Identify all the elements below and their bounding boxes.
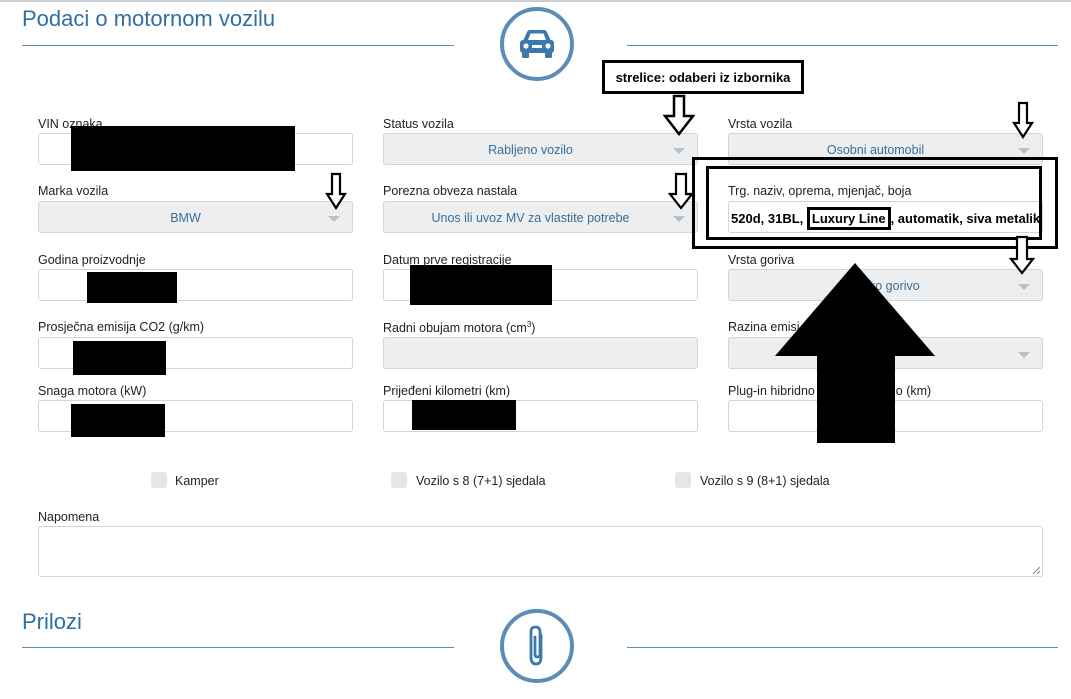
arrow-down-icon [668,172,694,210]
obujam-input [383,337,698,369]
dropdown-arrow-icon [1018,148,1030,154]
kamper-label: Kamper [175,474,219,488]
marka-label: Marka vozila [38,184,109,198]
annotation-note-text: strelice: odaberi iz izbornika [615,69,791,85]
top-divider [0,0,1071,2]
sjedala9-checkbox[interactable] [675,472,691,488]
section-divider-right [627,45,1058,46]
godina-input[interactable] [38,269,353,301]
vrsta-label: Vrsta vozila [728,117,793,131]
dropdown-arrow-icon [1018,352,1030,358]
dropdown-arrow-icon [673,216,685,222]
porezna-select[interactable]: Unos ili uvoz MV za vlastite potrebe [383,201,698,233]
section-title-attachments: Prilozi [22,609,82,634]
redaction-block [412,400,516,430]
sjedala8-checkbox[interactable] [391,472,407,488]
godina-label: Godina proizvodnje [38,253,146,267]
obujam-label: Radni obujam motora (cm3) [383,320,535,335]
kamper-checkbox[interactable] [151,472,167,488]
obujam-label-text: Radni obujam motora (cm [383,321,527,336]
section-title-vehicle: Podaci o motornom vozilu [22,6,276,31]
paperclip-icon [500,609,574,683]
status-select[interactable]: Rabljeno vozilo [383,133,698,165]
dropdown-arrow-icon [1018,284,1030,290]
porezna-label: Porezna obveza nastala [383,184,518,198]
arrow-up-icon [775,263,935,443]
redaction-block [73,341,166,375]
status-label: Status vozila [383,117,454,131]
status-value: Rabljeno vozilo [488,143,573,157]
car-icon [500,7,574,81]
highlight-box-inner [706,166,1042,240]
arrow-down-icon [663,94,695,136]
redaction-block [87,272,177,303]
dropdown-arrow-icon [673,148,685,154]
sjedala8-label: Vozilo s 8 (7+1) sjedala [416,474,546,488]
section-divider-left [22,45,454,46]
sjedala9-label: Vozilo s 9 (8+1) sjedala [700,474,830,488]
marka-select[interactable]: BMW [38,201,353,233]
redaction-block [71,126,295,171]
arrow-down-icon [325,172,347,210]
emisija-label: Prosječna emisija CO2 (g/km) [38,320,205,334]
redaction-block [71,404,165,437]
km-label: Prijeđeni kilometri (km) [383,384,511,398]
porezna-value: Unos ili uvoz MV za vlastite potrebe [431,211,630,225]
redaction-block [410,265,552,305]
annotation-note: strelice: odaberi iz izbornika [602,60,804,94]
napomena-textarea[interactable] [38,526,1043,577]
snaga-label: Snaga motora (kW) [38,384,147,398]
section-divider-left [22,647,454,648]
section-divider-right [627,647,1058,648]
resize-handle-icon[interactable] [1032,566,1040,574]
obujam-label-close: ) [531,321,536,336]
arrow-down-icon [1009,235,1035,275]
arrow-down-icon [1012,101,1034,139]
marka-value: BMW [170,211,201,225]
napomena-label: Napomena [38,510,100,524]
dropdown-arrow-icon [328,216,340,222]
